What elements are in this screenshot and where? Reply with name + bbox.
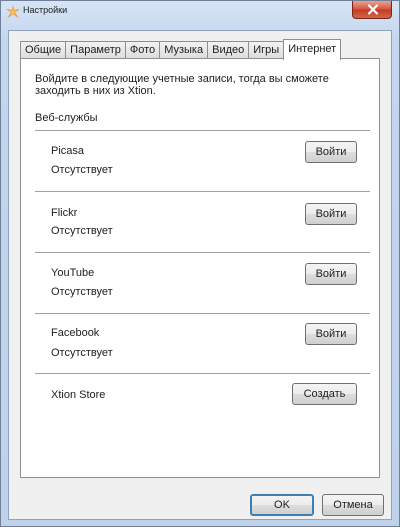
- divider: [35, 191, 370, 193]
- divider: [35, 130, 370, 132]
- settings-window: Настройки Общие Параметр Фото Музыка Вид…: [0, 0, 400, 527]
- tab-strip: Общие Параметр Фото Музыка Видео Игры Ин…: [20, 39, 342, 60]
- tab-games[interactable]: Игры: [248, 41, 285, 59]
- intro-text: Войдите в следующие учетные записи, тогд…: [35, 73, 329, 97]
- close-button[interactable]: [352, 1, 392, 19]
- divider: [35, 373, 370, 375]
- service-name-youtube: YouTube: [51, 267, 95, 279]
- service-name-facebook: Facebook: [51, 327, 100, 339]
- xtion-star-icon: [6, 5, 20, 19]
- window-title: Настройки: [23, 5, 68, 15]
- tab-general[interactable]: Общие: [20, 41, 67, 59]
- web-services-heading: Веб-службы: [35, 112, 98, 124]
- create-account-button[interactable]: Создать: [292, 383, 357, 405]
- dialog-client-area: Общие Параметр Фото Музыка Видео Игры Ин…: [8, 30, 392, 520]
- title-bar[interactable]: Настройки: [1, 1, 399, 23]
- service-status-picasa: Отсутствует: [51, 164, 113, 176]
- cancel-button[interactable]: Отмена: [322, 494, 384, 516]
- service-status-flickr: Отсутствует: [51, 225, 113, 237]
- service-name-picasa: Picasa: [51, 145, 85, 157]
- ok-button[interactable]: OK: [250, 494, 314, 516]
- service-name-flickr: Flickr: [51, 207, 78, 219]
- tab-internet[interactable]: Интернет: [283, 39, 342, 60]
- tab-photo[interactable]: Фото: [124, 41, 161, 59]
- tab-music[interactable]: Музыка: [159, 41, 209, 59]
- login-button-picasa[interactable]: Войти: [305, 141, 357, 163]
- internet-tab-panel: Войдите в следующие учетные записи, тогд…: [20, 58, 380, 478]
- service-name-xtion-store: Xtion Store: [51, 389, 106, 401]
- login-button-flickr[interactable]: Войти: [305, 203, 357, 225]
- tab-video[interactable]: Видео: [207, 41, 250, 59]
- divider: [35, 313, 370, 315]
- tab-parameters[interactable]: Параметр: [65, 41, 126, 59]
- divider: [35, 252, 370, 254]
- close-icon: [367, 4, 379, 15]
- service-status-facebook: Отсутствует: [51, 347, 113, 359]
- login-button-youtube[interactable]: Войти: [305, 263, 357, 285]
- login-button-facebook[interactable]: Войти: [305, 323, 357, 345]
- service-status-youtube: Отсутствует: [51, 286, 113, 298]
